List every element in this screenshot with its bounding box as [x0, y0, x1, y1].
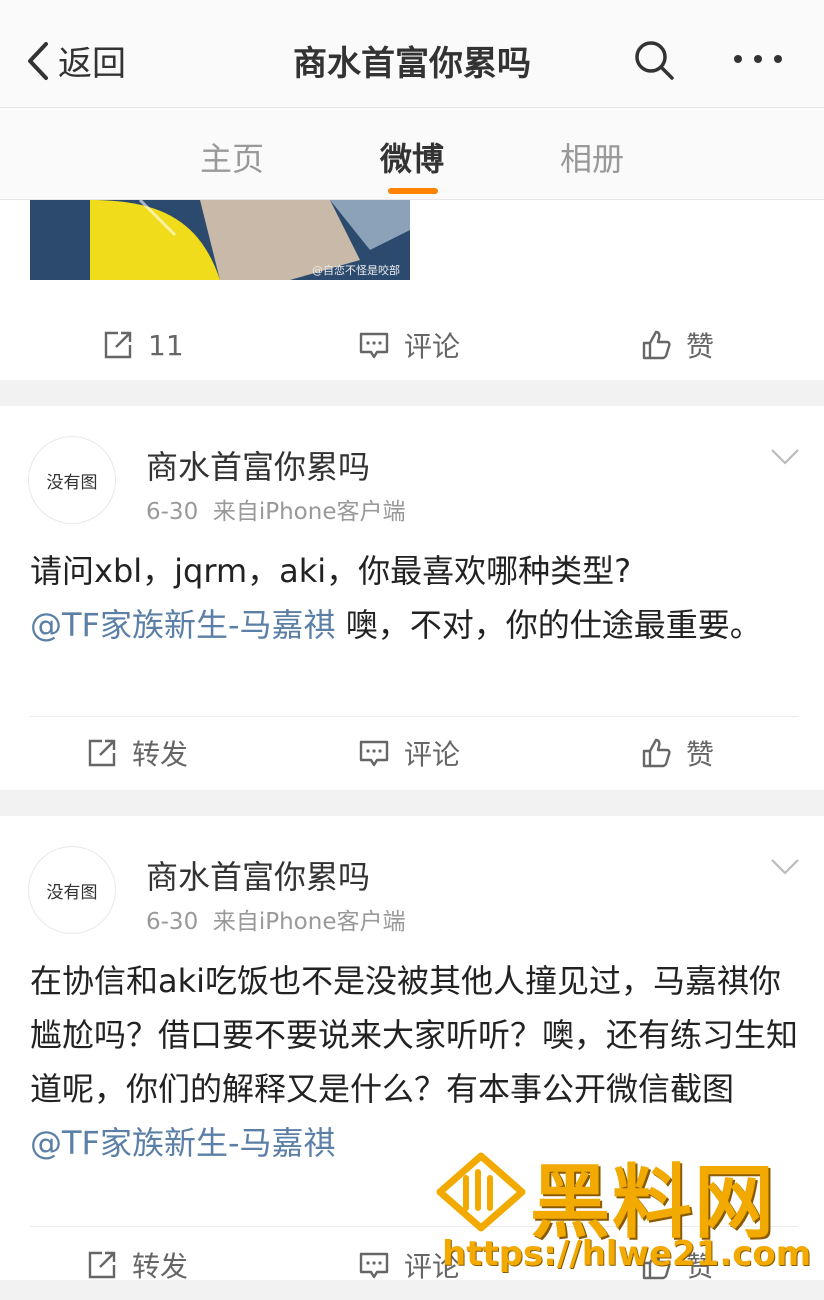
more-options-icon[interactable]: [730, 44, 786, 74]
tab-album[interactable]: 相册: [560, 134, 624, 180]
repost-button[interactable]: 转发: [86, 1230, 188, 1300]
thumbs-up-icon: [642, 330, 671, 360]
comment-button[interactable]: 评论: [358, 718, 460, 788]
post-card: 没有图 商水首富你累吗 6-30 来自iPhone客户端 请问xbl，jqrm，…: [0, 406, 824, 790]
avatar[interactable]: 没有图: [28, 436, 116, 524]
mention-link[interactable]: @TF家族新生-马嘉祺: [30, 606, 336, 644]
watermark-logo-icon: [436, 1152, 526, 1232]
post-text-part: 请问xbl，jqrm，aki，你最喜欢哪种类型?: [30, 552, 632, 590]
top-nav-bar: 返回 商水首富你累吗: [0, 0, 824, 108]
post-card: @自恋不怪是咬部 11 评论 赞: [0, 200, 824, 380]
share-icon: [88, 739, 116, 767]
repost-button[interactable]: 11: [102, 310, 184, 380]
like-label: 赞: [686, 330, 715, 363]
post-meta: 6-30 来自iPhone客户端: [146, 902, 405, 936]
repost-label: 转发: [132, 1250, 189, 1283]
search-icon[interactable]: [632, 38, 676, 82]
profile-tabs: 主页 微博 相册: [0, 108, 824, 200]
repost-button[interactable]: 转发: [86, 718, 188, 788]
comment-label: 评论: [404, 330, 461, 363]
repost-label: 转发: [132, 738, 189, 771]
share-icon: [104, 331, 132, 359]
repost-count: 11: [148, 328, 184, 362]
avatar-text: 没有图: [46, 472, 98, 493]
post-actions: 11 评论 赞: [0, 310, 824, 380]
comment-label: 评论: [404, 738, 461, 771]
thumbs-up-icon: [642, 738, 671, 768]
tab-weibo[interactable]: 微博: [380, 134, 444, 180]
avatar[interactable]: 没有图: [28, 846, 116, 934]
username[interactable]: 商水首富你累吗: [146, 852, 370, 898]
post-source: 来自iPhone客户端: [212, 499, 406, 525]
share-icon: [88, 1251, 116, 1279]
comment-icon: [359, 740, 389, 767]
post-date: 6-30: [146, 499, 199, 525]
mention-link[interactable]: @TF家族新生-马嘉祺: [30, 1124, 336, 1162]
post-text: 请问xbl，jqrm，aki，你最喜欢哪种类型? @TF家族新生-马嘉祺 噢，不对…: [30, 544, 798, 652]
post-date: 6-30: [146, 909, 199, 935]
username[interactable]: 商水首富你累吗: [146, 442, 370, 488]
post-text-part: 在协信和aki吃饭也不是没被其他人撞见过，马嘉祺你尴尬吗？借口要不要说来大家听听…: [30, 962, 799, 1108]
watermark-url: https://hlwe21.com: [442, 1234, 812, 1274]
post-text-part: 噢，不对，你的仕途最重要。: [335, 606, 762, 644]
chevron-down-icon[interactable]: [770, 858, 800, 876]
image-watermark: @自恋不怪是咬部: [312, 264, 400, 277]
tab-home[interactable]: 主页: [200, 134, 264, 180]
post-meta: 6-30 来自iPhone客户端: [146, 492, 405, 526]
site-watermark: 黑料网 https://hlwe21.com: [430, 1146, 820, 1280]
avatar-text: 没有图: [46, 882, 98, 903]
comment-icon: [359, 1252, 389, 1279]
like-button[interactable]: 赞: [640, 310, 714, 380]
page-title: 商水首富你累吗: [293, 44, 531, 84]
active-tab-indicator: [388, 188, 438, 194]
like-button[interactable]: 赞: [640, 718, 714, 788]
comment-icon: [359, 332, 389, 359]
comment-button[interactable]: 评论: [358, 310, 460, 380]
post-image[interactable]: @自恋不怪是咬部: [30, 200, 410, 280]
chevron-down-icon[interactable]: [770, 448, 800, 466]
post-actions: 转发 评论 赞: [0, 718, 824, 788]
like-label: 赞: [686, 738, 715, 771]
divider: [30, 716, 798, 717]
post-source: 来自iPhone客户端: [212, 909, 406, 935]
